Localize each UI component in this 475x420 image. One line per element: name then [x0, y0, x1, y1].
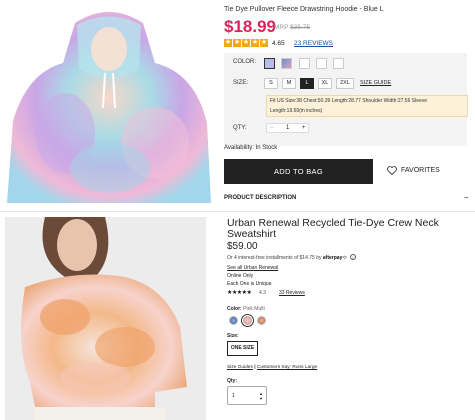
availability-text: Availability: In Stock — [224, 145, 278, 151]
color-label: COLOR: — [233, 59, 257, 65]
color-swatch-pink-multi[interactable] — [243, 316, 252, 325]
color-swatch-blue[interactable] — [229, 316, 238, 325]
product-details-2: Urban Renewal Recycled Tie-Dye Crew Neck… — [227, 212, 475, 420]
hoodie-product-image[interactable] — [5, 3, 213, 203]
size-label: Size: — [227, 333, 239, 339]
color-swatch-4[interactable] — [316, 58, 327, 69]
product-details-1: Tie Dye Pullover Fleece Drawstring Hoodi… — [224, 0, 475, 211]
star-icon: ★ — [242, 39, 250, 47]
updown-arrows-icon: ▲ ▼ — [259, 391, 263, 401]
collapse-icon[interactable]: − — [464, 193, 469, 202]
fit-info-line-2: Length:19.69(in inches) — [270, 108, 323, 114]
info-icon[interactable]: i — [349, 254, 356, 260]
listing-panel-1: Tie Dye Pullover Fleece Drawstring Hoodi… — [0, 0, 475, 211]
afterpay-text: Or 4 interest-free installments of $14.7… — [227, 255, 322, 261]
size-button-2xl[interactable]: 2XL — [336, 78, 354, 89]
qty-label: QTY: — [233, 125, 247, 131]
qty-plus-button[interactable]: + — [302, 124, 306, 133]
size-links: Size Guides | Customers Say: Runs Large — [227, 365, 317, 370]
afterpay-arrow-icon: ⟲ — [342, 255, 347, 261]
fit-info-line-1: Fit US Size:38 Chest:50.39 Length:28.77 … — [270, 98, 428, 104]
color-value: Pink Multi — [243, 306, 265, 312]
fit-info-box: Fit US Size:38 Chest:50.39 Length:28.77 … — [266, 95, 468, 117]
star-icon: ★ — [233, 39, 241, 47]
star-icon: ★ — [260, 39, 268, 47]
qty-value: 1 — [286, 125, 290, 131]
qty-label: Qty: — [227, 378, 237, 384]
color-swatch-blue[interactable] — [264, 58, 275, 69]
rating-value: 4.3 — [259, 290, 266, 296]
customers-say-link[interactable]: Customers Say: Runs Large — [257, 365, 317, 370]
mrp-label: MRP — [274, 24, 289, 31]
online-only-text: Online Only — [227, 273, 254, 279]
quantity-stepper: − 1 + — [266, 123, 309, 133]
size-guides-link[interactable]: Size Guides — [227, 365, 253, 370]
star-rating: ★★★★★ — [227, 290, 252, 296]
size-button-l[interactable]: L — [300, 78, 314, 89]
rating-value: 4.65 — [272, 40, 285, 47]
product-title-line-2: Sweatshirt — [227, 228, 277, 240]
sweatshirt-product-image[interactable] — [5, 217, 206, 420]
star-icon: ★ — [251, 39, 259, 47]
color-label: Color: Pink Multi — [227, 306, 265, 312]
size-label: SIZE: — [233, 80, 249, 86]
qty-value: 1 — [232, 393, 235, 399]
reviews-link[interactable]: 33 Reviews — [279, 290, 305, 296]
qty-minus-button[interactable]: − — [270, 124, 274, 133]
size-button-one-size[interactable]: ONE SIZE — [227, 341, 258, 356]
product-description-heading[interactable]: PRODUCT DESCRIPTION — [224, 195, 296, 201]
reviews-link[interactable]: 23 REVIEWS — [294, 40, 333, 47]
favorites-label: FAVORITES — [401, 167, 440, 174]
afterpay-logo: afterpay — [322, 255, 343, 261]
color-swatch-3[interactable] — [299, 58, 310, 69]
size-button-m[interactable]: M — [282, 78, 296, 89]
product-title: Tie Dye Pullover Fleece Drawstring Hoodi… — [224, 6, 384, 13]
size-button-xl[interactable]: XL — [318, 78, 332, 89]
link-separator: | — [254, 365, 256, 370]
add-to-bag-button[interactable]: ADD TO BAG — [224, 159, 373, 184]
unique-text: Each One is Unique — [227, 281, 272, 287]
star-icon: ★ — [224, 39, 232, 47]
afterpay-info: Or 4 interest-free installments of $14.7… — [227, 254, 356, 261]
mrp-value: $35.75 — [290, 24, 311, 31]
size-guide-link[interactable]: SIZE GUIDE — [360, 80, 391, 86]
color-swatch-multi[interactable] — [281, 58, 292, 69]
color-swatch-orange[interactable] — [257, 316, 266, 325]
size-button-s[interactable]: S — [264, 78, 278, 89]
quantity-select[interactable]: 1 ▲ ▼ — [227, 386, 267, 405]
star-rating: ★ ★ ★ ★ ★ — [224, 39, 268, 47]
mrp-price: MRP $35.75 — [274, 24, 310, 31]
sale-price: $18.99 — [224, 17, 276, 36]
price: $59.00 — [227, 241, 258, 252]
favorites-button[interactable]: FAVORITES — [387, 166, 440, 175]
heart-icon — [387, 166, 397, 175]
color-swatch-5[interactable] — [333, 58, 344, 69]
see-all-brand-link[interactable]: See all Urban Renewal — [227, 265, 278, 271]
listing-panel-2: Urban Renewal Recycled Tie-Dye Crew Neck… — [0, 211, 475, 420]
color-label-text: Color: — [227, 306, 242, 312]
